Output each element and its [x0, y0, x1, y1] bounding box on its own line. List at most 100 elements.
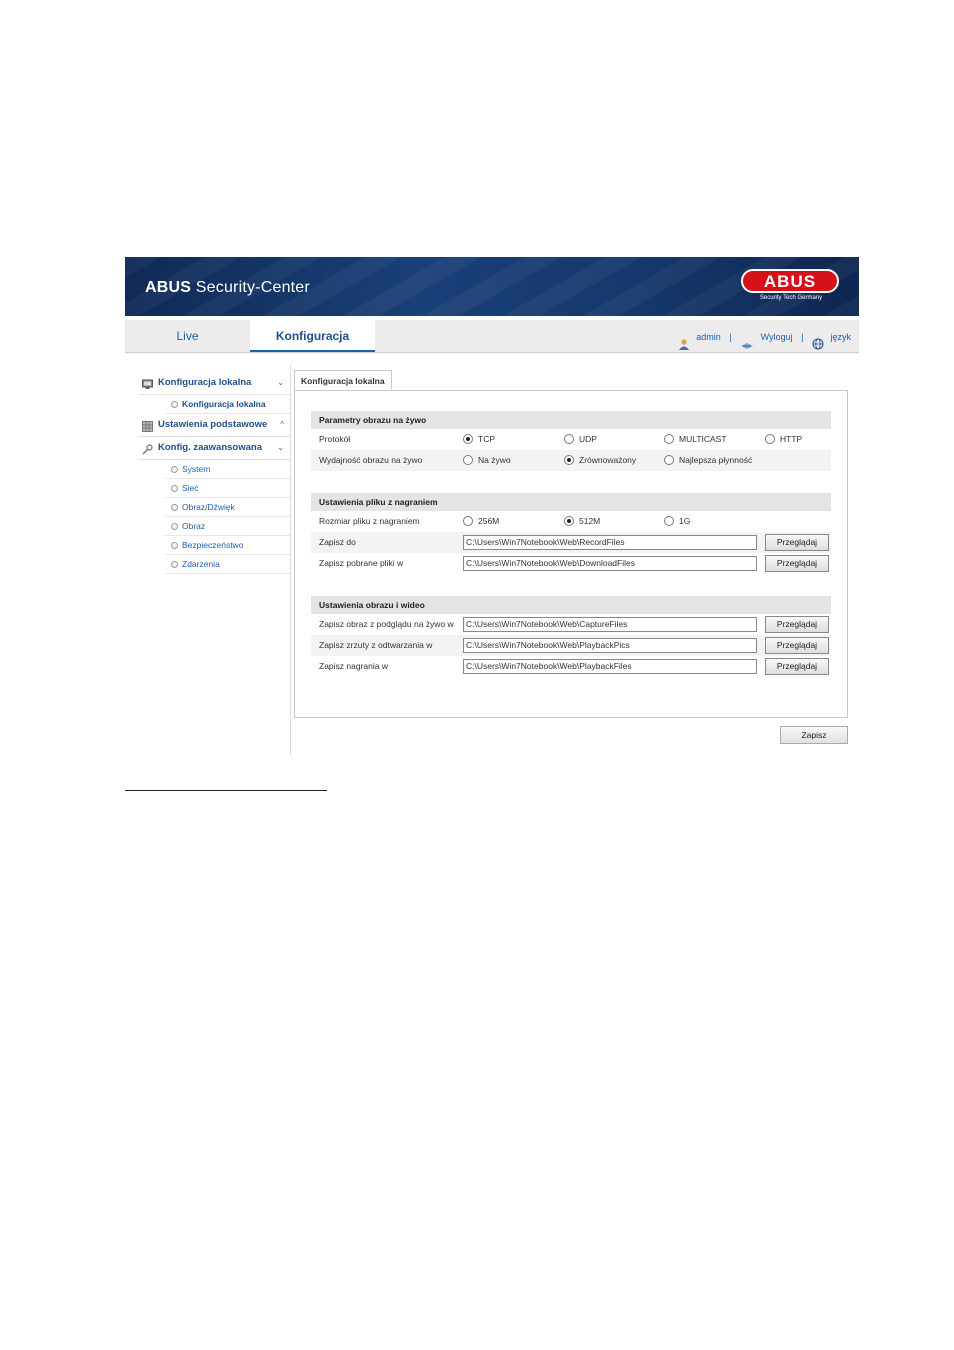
chevron-up-icon: ^ [280, 420, 284, 429]
sidebar-item-image[interactable]: Obraz [165, 517, 290, 536]
brand-rest: Security-Center [191, 279, 310, 296]
radio-empty-icon [463, 454, 473, 465]
browse-button[interactable]: Przeglądaj [765, 637, 829, 654]
browse-button[interactable]: Przeglądaj [765, 616, 829, 633]
field-label: Zapisz pobrane pliki w [319, 558, 404, 568]
download-path-row: Zapisz pobrane pliki w C:\Users\Win7Note… [311, 553, 831, 574]
bullet-icon [171, 466, 178, 473]
browse-button[interactable]: Przeglądaj [765, 534, 829, 551]
radio-tcp[interactable]: TCP [463, 429, 495, 450]
logout-icon [740, 331, 754, 349]
field-label: Zapisz obraz z podglądu na żywo w [319, 619, 454, 629]
app-window: ABUS Security-Center ABUS Security Tech … [125, 257, 859, 755]
section-record-file: Ustawienia pliku z nagraniem Rozmiar pli… [311, 493, 831, 574]
capture-path-field[interactable]: C:\Users\Win7Notebook\Web\CaptureFiles [463, 617, 757, 632]
sidebar-group-label: Ustawienia podstawowe [158, 419, 268, 430]
radio-empty-icon [664, 433, 674, 444]
radio-label: MULTICAST [679, 434, 727, 444]
sidebar-group-basic-settings[interactable]: Ustawienia podstawowe ^ [138, 414, 290, 437]
browse-button[interactable]: Przeglądaj [765, 555, 829, 572]
separator: | [801, 331, 804, 342]
radio-label: 256M [478, 516, 500, 526]
section-image-video: Ustawienia obrazu i wideo Zapisz obraz z… [311, 596, 831, 677]
radio-label: Zrównoważony [579, 455, 637, 465]
sidebar-item-local-config[interactable]: Konfiguracja lokalna [165, 395, 290, 414]
tab-live[interactable]: Live [125, 320, 250, 352]
save-to-row: Zapisz do C:\Users\Win7Notebook\Web\Reco… [311, 532, 831, 553]
sidebar-item-video-audio[interactable]: Obraz/Dźwięk [165, 498, 290, 517]
logout-link[interactable]: Wyloguj [761, 321, 793, 353]
section-title: Ustawienia obrazu i wideo [311, 596, 831, 614]
radio-empty-icon [463, 515, 473, 526]
radio-empty-icon [765, 433, 775, 444]
radio-1g[interactable]: 1G [664, 511, 690, 532]
user-icon [678, 331, 690, 350]
tab-local-config[interactable]: Konfiguracja lokalna [294, 370, 392, 390]
sidebar-group-advanced-config[interactable]: Konfig. zaawansowana ⌄ [138, 437, 290, 460]
sidebar-item-label: Zdarzenia [182, 559, 220, 569]
field-label: Wydajność obrazu na żywo [319, 455, 423, 465]
playback-files-field[interactable]: C:\Users\Win7Notebook\Web\PlaybackFiles [463, 659, 757, 674]
bullet-icon [171, 504, 178, 511]
radio-http[interactable]: HTTP [765, 429, 802, 450]
record-path-field[interactable]: C:\Users\Win7Notebook\Web\RecordFiles [463, 535, 757, 550]
sidebar-item-system[interactable]: System [165, 460, 290, 479]
bullet-icon [171, 401, 178, 408]
monitor-icon [142, 377, 153, 389]
separator: | [729, 331, 732, 342]
radio-512m[interactable]: 512M [564, 511, 600, 532]
sidebar-group-label: Konfiguracja lokalna [158, 377, 252, 388]
radio-best-fluency[interactable]: Najlepsza płynność [664, 450, 752, 471]
header-banner: ABUS Security-Center ABUS Security Tech … [125, 257, 859, 316]
playback-pics-field[interactable]: C:\Users\Win7Notebook\Web\PlaybackPics [463, 638, 757, 653]
sidebar: Konfiguracja lokalna ⌄ Konfiguracja loka… [138, 372, 290, 574]
sidebar-item-events[interactable]: Zdarzenia [165, 555, 290, 574]
radio-empty-icon [664, 454, 674, 465]
brand-bold: ABUS [145, 279, 192, 296]
playback-files-row: Zapisz nagrania w C:\Users\Win7Notebook\… [311, 656, 831, 677]
footnote-divider [125, 790, 327, 791]
section-title: Parametry obrazu na żywo [311, 411, 831, 429]
bullet-icon [171, 561, 178, 568]
radio-label: 512M [579, 516, 601, 526]
sidebar-item-label: Konfiguracja lokalna [182, 399, 266, 409]
user-name[interactable]: admin [696, 321, 721, 353]
field-label: Zapisz zrzuty z odtwarzania w [319, 640, 433, 650]
sidebar-item-network[interactable]: Sieć [165, 479, 290, 498]
radio-label: 1G [679, 516, 691, 526]
language-link[interactable]: język [830, 321, 851, 353]
user-bar: admin | Wyloguj | język [678, 320, 851, 352]
radio-balanced[interactable]: Zrównoważony [564, 450, 636, 471]
radio-label: TCP [478, 434, 495, 444]
tab-konfiguracja[interactable]: Konfiguracja [250, 320, 375, 352]
sidebar-item-security[interactable]: Bezpieczeństwo [165, 536, 290, 555]
browse-button[interactable]: Przeglądaj [765, 658, 829, 675]
sidebar-item-label: Obraz [182, 521, 206, 531]
sidebar-item-label: Bezpieczeństwo [182, 540, 244, 550]
section-live-view: Parametry obrazu na żywo Protokół TCP UD… [311, 411, 831, 471]
sidebar-item-label: System [182, 464, 211, 474]
sidebar-divider [290, 365, 291, 755]
radio-udp[interactable]: UDP [564, 429, 597, 450]
radio-label: Najlepsza płynność [679, 455, 753, 465]
radio-multicast[interactable]: MULTICAST [664, 429, 727, 450]
radio-selected-icon [463, 433, 473, 444]
download-path-field[interactable]: C:\Users\Win7Notebook\Web\DownloadFiles [463, 556, 757, 571]
radio-live[interactable]: Na żywo [463, 450, 511, 471]
section-title: Ustawienia pliku z nagraniem [311, 493, 831, 511]
sidebar-item-label: Sieć [182, 483, 199, 493]
sidebar-group-local-config[interactable]: Konfiguracja lokalna ⌄ [138, 372, 290, 395]
radio-label: UDP [579, 434, 597, 444]
bullet-icon [171, 523, 178, 530]
radio-256m[interactable]: 256M [463, 511, 499, 532]
protocol-row: Protokół TCP UDP MULTICAST HTTP [311, 429, 831, 450]
chevron-down-icon: ⌄ [277, 378, 284, 387]
globe-icon [812, 331, 824, 350]
bullet-icon [171, 542, 178, 549]
save-button[interactable]: Zapisz [780, 726, 848, 744]
sidebar-item-label: Obraz/Dźwięk [182, 502, 235, 512]
capture-path-row: Zapisz obraz z podglądu na żywo w C:\Use… [311, 614, 831, 635]
playback-pics-row: Zapisz zrzuty z odtwarzania w C:\Users\W… [311, 635, 831, 656]
field-label: Rozmiar pliku z nagraniem [319, 516, 420, 526]
logo-tagline: Security Tech Germany [759, 295, 823, 301]
